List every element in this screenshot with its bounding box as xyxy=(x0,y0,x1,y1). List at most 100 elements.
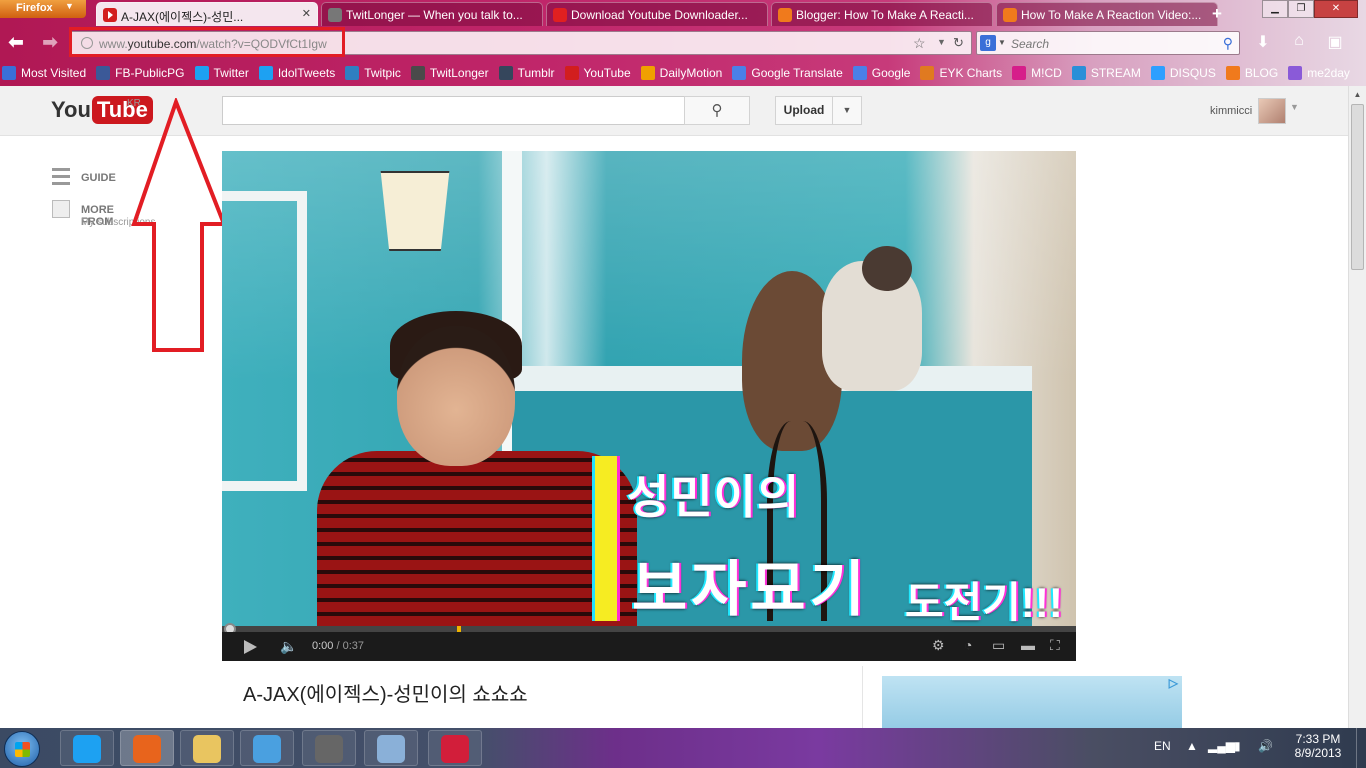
stream-icon xyxy=(1071,66,1086,80)
bookmark-item[interactable]: YouTube xyxy=(564,66,631,80)
paint-app[interactable] xyxy=(364,730,418,766)
tab-youtube-video[interactable]: A-JAX(에이젝스)-성민... ✕ xyxy=(96,2,318,26)
firefox-app[interactable] xyxy=(120,730,174,766)
username[interactable]: kimmicci xyxy=(1210,105,1252,117)
play-icon[interactable] xyxy=(244,640,257,654)
upload-dropdown-button[interactable]: ▼ xyxy=(832,96,862,125)
bookmark-star-icon[interactable]: ☆ xyxy=(913,35,926,52)
minimize-button[interactable]: ▁ xyxy=(1262,0,1288,18)
language-indicator[interactable]: EN xyxy=(1154,739,1171,753)
itunes-app[interactable] xyxy=(240,730,294,766)
home-icon[interactable]: ⌂ xyxy=(1288,32,1310,54)
reload-icon[interactable]: ↻ xyxy=(953,35,964,51)
scrollbar-thumb[interactable] xyxy=(1351,104,1364,270)
bookmark-item[interactable]: Tumblr xyxy=(498,66,555,80)
youtube-search-button[interactable]: ⚲ xyxy=(684,96,750,125)
watch-later-icon[interactable]: ◔ xyxy=(964,637,972,653)
bookmark-item[interactable]: FB-PublicPG xyxy=(96,66,185,80)
restore-button[interactable]: ❐ xyxy=(1288,0,1314,18)
chevron-down-icon[interactable]: ▼ xyxy=(998,38,1006,47)
bookmark-item[interactable]: DISQUS xyxy=(1150,66,1216,80)
bookmark-label: DailyMotion xyxy=(659,66,723,80)
video-title: A-JAX(에이젝스)-성민이의 쇼쇼쇼 xyxy=(243,684,528,706)
search-icon[interactable]: ⚲ xyxy=(1223,35,1233,52)
history-dropdown-icon[interactable]: ▼ xyxy=(937,37,946,47)
bookmark-item[interactable]: Google Translate xyxy=(732,66,843,80)
bookmark-item[interactable]: DailyMotion xyxy=(640,66,723,80)
show-hidden-icons-icon[interactable]: ▲ xyxy=(1186,739,1198,753)
video-cat-head xyxy=(862,246,912,291)
new-tab-button[interactable]: + xyxy=(1212,4,1222,24)
youtube-icon xyxy=(103,8,117,22)
video-frame[interactable]: 성민이의 보자묘기 도전기!!! xyxy=(222,151,1076,626)
upload-button[interactable]: Upload xyxy=(775,96,833,125)
twitter-app-icon xyxy=(73,735,101,763)
avatar[interactable] xyxy=(1258,98,1286,124)
twitlonger-icon xyxy=(328,8,342,22)
twitter-app[interactable] xyxy=(60,730,114,766)
page-scrollbar[interactable]: ▲ xyxy=(1348,86,1366,728)
chevron-down-icon[interactable]: ▼ xyxy=(1290,102,1299,112)
windows-taskbar: EN ▲ ▂▄▆ ▮ 🔊 7:33 PM 8/9/2013 xyxy=(0,728,1366,768)
close-window-button[interactable]: ✕ xyxy=(1314,0,1358,18)
logo-you: You xyxy=(51,97,91,122)
recorder-app[interactable] xyxy=(302,730,356,766)
volume-icon[interactable]: 🔈 xyxy=(280,638,297,655)
bookmark-item[interactable]: STREAM xyxy=(1071,66,1141,80)
bookmark-item[interactable]: IdolTweets xyxy=(258,66,335,80)
adchoices-icon[interactable]: ▷ xyxy=(1169,676,1178,690)
menu-icon xyxy=(52,168,70,186)
current-time: 0:00 xyxy=(312,640,334,652)
blogger-icon xyxy=(778,8,792,22)
signal-icon[interactable]: ▂▄▆ xyxy=(1208,739,1235,753)
forward-button[interactable]: ➡ xyxy=(38,31,62,55)
battery-icon[interactable]: ▮ xyxy=(1234,739,1241,753)
bookmark-item[interactable]: Google xyxy=(852,66,910,80)
show-desktop-button[interactable] xyxy=(1356,728,1366,768)
tab-label: Blogger: How To Make A Reacti... xyxy=(796,8,974,22)
youtube-downloader-app[interactable] xyxy=(428,730,482,766)
fullscreen-icon[interactable]: ⛶ xyxy=(1050,637,1060,654)
twitter-icon xyxy=(194,66,209,80)
large-player-icon[interactable]: ▬ xyxy=(1021,637,1035,653)
firefox-menu-button[interactable]: Firefox ▼ xyxy=(0,0,86,18)
youtube-search-input[interactable] xyxy=(222,96,686,125)
bookmark-item[interactable]: me2day xyxy=(1288,66,1350,80)
settings-gear-icon[interactable]: ⚙ xyxy=(932,637,945,654)
downloads-icon[interactable]: ⬇ xyxy=(1252,32,1274,54)
tab-downloader[interactable]: Download Youtube Downloader... xyxy=(546,2,768,26)
explorer-app[interactable] xyxy=(180,730,234,766)
bookmarks-menu-icon[interactable]: ▣ xyxy=(1324,32,1346,54)
search-engine-icon[interactable]: g xyxy=(980,35,996,51)
sidebar-ad[interactable]: ▷ xyxy=(882,676,1182,728)
tab-reaction-video[interactable]: How To Make A Reaction Video:... xyxy=(996,2,1218,26)
back-button[interactable]: ⬅ xyxy=(4,31,28,55)
video-person-body xyxy=(317,451,637,626)
tumblr-icon xyxy=(498,66,513,80)
tab-blogger[interactable]: Blogger: How To Make A Reacti... xyxy=(771,2,993,26)
close-icon[interactable]: ✕ xyxy=(302,7,311,20)
bookmark-item[interactable]: BLOG xyxy=(1225,66,1278,80)
blogger-icon xyxy=(1003,8,1017,22)
small-player-icon[interactable]: ▭ xyxy=(992,637,1005,654)
bookmark-item[interactable]: TwitLonger xyxy=(410,66,489,80)
bookmark-label: EYK Charts xyxy=(939,66,1003,80)
clock-time: 7:33 PM xyxy=(1295,732,1341,746)
bookmark-item[interactable]: M!CD xyxy=(1012,66,1062,80)
start-button[interactable] xyxy=(4,731,40,767)
search-placeholder: Search xyxy=(1011,37,1050,51)
search-bar[interactable]: g ▼ Search ⚲ xyxy=(976,31,1240,55)
tab-twitlonger[interactable]: TwitLonger — When you talk to... xyxy=(321,2,543,26)
taskbar-clock[interactable]: 7:33 PM 8/9/2013 xyxy=(1290,732,1346,760)
video-caption-line2: 보자묘기 xyxy=(632,556,869,623)
bookmark-item[interactable]: Twitter xyxy=(194,66,249,80)
video-player[interactable]: 성민이의 보자묘기 도전기!!! 🔈 0:00 / 0:37 ⚙ ◔ ▭ ▬ ⛶ xyxy=(222,151,1076,661)
video-time: 0:00 / 0:37 xyxy=(312,640,364,652)
bookmark-label: Twitpic xyxy=(364,66,401,80)
speaker-icon[interactable]: 🔊 xyxy=(1258,739,1273,753)
bookmark-item[interactable]: Most Visited xyxy=(2,66,86,80)
bookmark-item[interactable]: Twitpic xyxy=(345,66,401,80)
scroll-up-icon[interactable]: ▲ xyxy=(1349,86,1366,103)
video-caption-line1: 성민이의 xyxy=(627,471,801,523)
bookmark-item[interactable]: EYK Charts xyxy=(920,66,1002,80)
